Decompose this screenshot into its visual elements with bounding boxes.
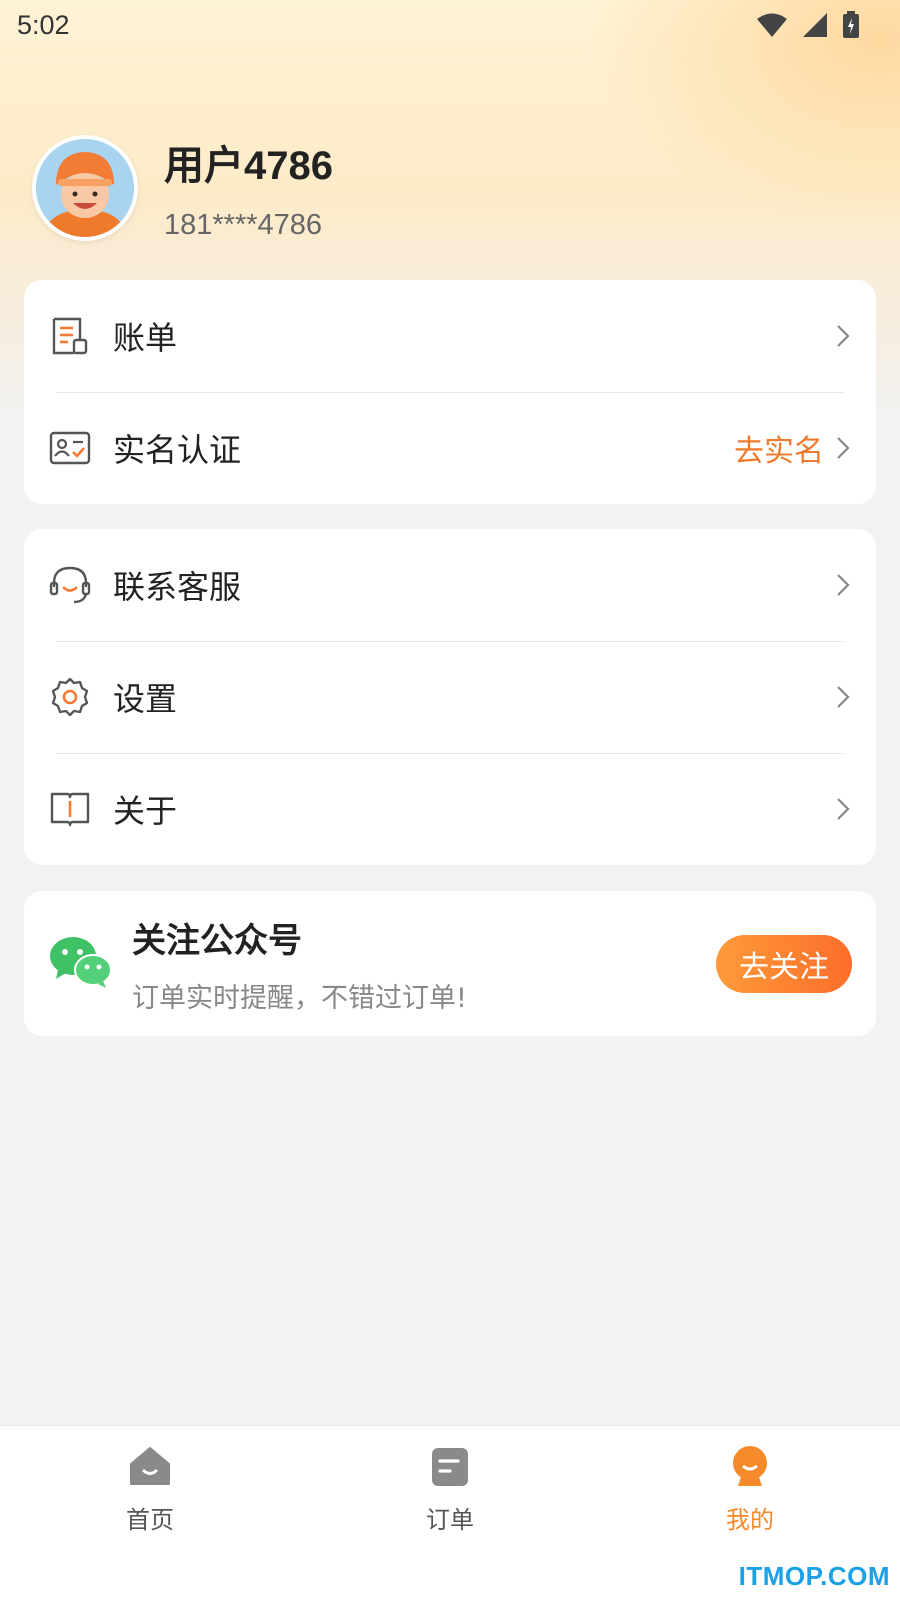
watermark: ITMOP.COM [738, 1561, 890, 1591]
headset-icon [48, 563, 92, 607]
status-bar: 5:02 [0, 0, 900, 50]
menu-item-real-name[interactable]: 实名认证 去实名 [24, 392, 876, 504]
follow-official-account-card: 关注公众号 订单实时提醒，不错过订单! 去关注 [24, 891, 876, 1036]
follow-button[interactable]: 去关注 [716, 934, 852, 993]
bill-icon [48, 314, 92, 358]
home-icon [128, 1444, 172, 1492]
gear-icon [48, 675, 92, 719]
menu-item-label: 设置 [113, 680, 178, 718]
chevron-right-icon [837, 574, 850, 596]
follow-title: 关注公众号 [132, 920, 302, 961]
menu-item-bill[interactable]: 账单 [24, 280, 876, 392]
menu-item-label: 实名认证 [113, 431, 242, 469]
menu-item-label: 关于 [113, 792, 178, 830]
user-name: 用户4786 [164, 144, 333, 188]
follow-subtitle: 订单实时提醒，不错过订单! [132, 982, 467, 1014]
menu-item-label: 联系客服 [113, 568, 242, 606]
menu-item-about[interactable]: 关于 [24, 753, 876, 865]
menu-item-customer-service[interactable]: 联系客服 [24, 529, 876, 641]
tab-label: 首页 [126, 1506, 174, 1534]
status-icons [756, 11, 860, 39]
verify-status-link[interactable]: 去实名 [734, 426, 824, 470]
tab-mine[interactable]: 我的 [690, 1444, 810, 1535]
bottom-tab-bar: 首页 订单 我的 ITMOP.COM [0, 1425, 900, 1600]
profile-header[interactable]: 用户4786 181****4786 [32, 133, 333, 242]
avatar[interactable] [32, 134, 138, 241]
user-phone: 181****4786 [164, 209, 323, 241]
id-card-icon [48, 426, 92, 470]
menu-item-settings[interactable]: 设置 [24, 641, 876, 753]
battery-icon [843, 11, 859, 38]
chevron-right-icon [837, 798, 850, 820]
order-icon [428, 1444, 472, 1492]
settings-card: 联系客服 设置 关于 [24, 529, 876, 865]
tab-label: 我的 [726, 1506, 774, 1534]
wechat-icon [48, 934, 112, 994]
chevron-right-icon [837, 437, 850, 459]
tab-home[interactable]: 首页 [90, 1444, 210, 1535]
profile-icon [728, 1444, 772, 1492]
tab-orders[interactable]: 订单 [390, 1444, 510, 1535]
wifi-icon [757, 13, 787, 37]
status-time: 5:02 [17, 9, 70, 40]
book-icon [48, 787, 92, 831]
chevron-right-icon [837, 325, 850, 347]
signal-icon [803, 13, 827, 37]
avatar-image [36, 138, 134, 237]
tab-label: 订单 [426, 1506, 474, 1534]
account-card: 账单 实名认证 去实名 [24, 280, 876, 504]
menu-item-label: 账单 [113, 319, 178, 357]
chevron-right-icon [837, 686, 850, 708]
